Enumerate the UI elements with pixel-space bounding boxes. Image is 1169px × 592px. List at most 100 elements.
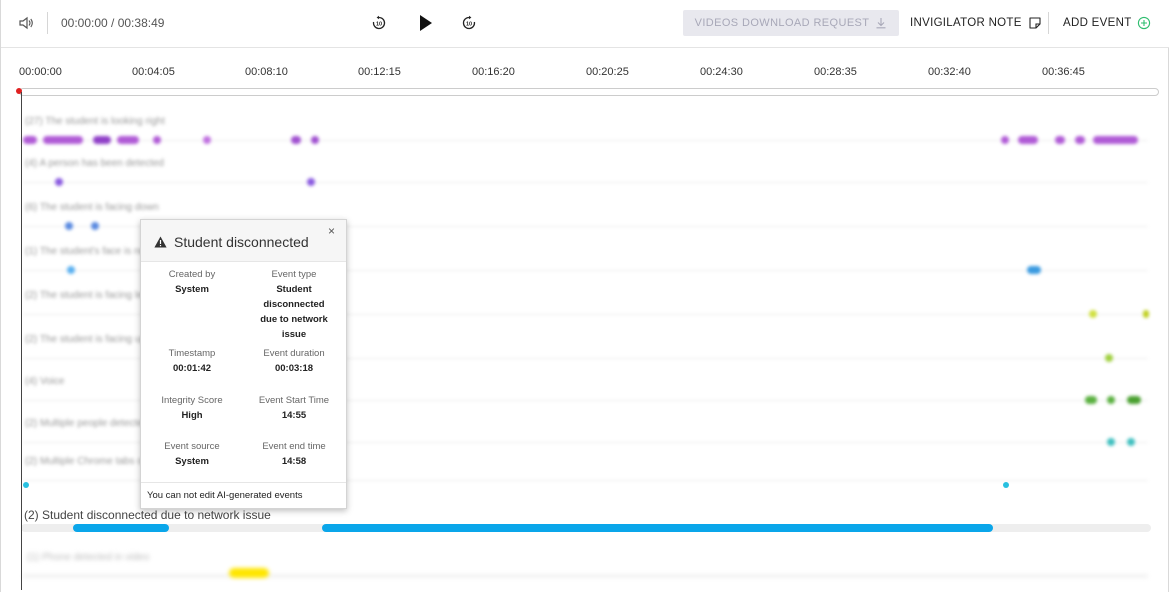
event-mark[interactable] bbox=[1001, 136, 1009, 144]
warning-icon bbox=[154, 236, 167, 248]
event-mark[interactable] bbox=[1107, 438, 1115, 446]
invigilator-note-label: INVIGILATOR NOTE bbox=[910, 17, 1022, 29]
ruler-tick: 00:20:25 bbox=[586, 66, 629, 78]
note-icon bbox=[1029, 17, 1041, 29]
toolbar-divider bbox=[47, 12, 48, 34]
event-duration-field: Event duration 00:03:18 bbox=[243, 347, 345, 376]
event-mark[interactable] bbox=[1018, 136, 1038, 144]
field-label: Integrity Score bbox=[161, 395, 223, 406]
event-mark[interactable] bbox=[55, 178, 63, 186]
player-toolbar: 00:00:00 / 00:38:49 10 10 VIDEOS DOWNLOA… bbox=[1, 0, 1169, 48]
event-mark[interactable] bbox=[65, 222, 73, 230]
field-label: Event duration bbox=[263, 348, 325, 359]
svg-text:10: 10 bbox=[376, 22, 382, 28]
ruler-tick: 00:16:20 bbox=[472, 66, 515, 78]
event-row-label: (2) Student disconnected due to network … bbox=[24, 508, 271, 522]
field-label: Event end time bbox=[262, 441, 326, 452]
event-row-label: (2) Multiple people detected bbox=[25, 418, 149, 429]
field-value: System bbox=[175, 456, 209, 467]
timeline-panel: 00:00:00 / 00:38:49 10 10 VIDEOS DOWNLOA… bbox=[0, 0, 1169, 592]
event-row-label: (4) Voice bbox=[25, 376, 65, 387]
forward-10-icon[interactable]: 10 bbox=[461, 15, 477, 31]
event-end-time-field: Event end time 14:58 bbox=[243, 440, 345, 469]
event-mark[interactable] bbox=[1085, 396, 1097, 404]
add-event-button[interactable]: ADD EVENT bbox=[1063, 10, 1151, 36]
popup-footer-note: You can not edit AI-generated events bbox=[141, 482, 346, 508]
event-source-field: Event source System bbox=[141, 440, 243, 469]
ruler-tick: 00:36:45 bbox=[1042, 66, 1085, 78]
ruler-tick: 00:32:40 bbox=[928, 66, 971, 78]
event-row-label: (6) The student is facing down bbox=[25, 202, 159, 213]
event-mark[interactable] bbox=[1003, 482, 1009, 488]
row-track bbox=[23, 182, 1148, 183]
field-label: Event Start Time bbox=[258, 395, 330, 406]
disconnect-event-bar[interactable] bbox=[322, 524, 993, 532]
event-start-time-field: Event Start Time 14:55 bbox=[243, 394, 345, 423]
event-mark[interactable] bbox=[117, 136, 139, 144]
field-label: Timestamp bbox=[168, 348, 216, 359]
playhead-line[interactable] bbox=[21, 92, 22, 590]
event-mark[interactable] bbox=[93, 136, 111, 144]
event-row-blurred: (1) Phone detected in video bbox=[23, 548, 1148, 578]
rewind-10-icon[interactable]: 10 bbox=[371, 15, 387, 31]
field-label: Event type bbox=[271, 269, 317, 280]
row-track bbox=[23, 574, 1148, 578]
event-mark[interactable] bbox=[311, 136, 319, 144]
event-mark[interactable] bbox=[1027, 266, 1041, 274]
event-mark[interactable] bbox=[203, 136, 211, 144]
field-value: 14:55 bbox=[281, 410, 307, 421]
event-row-label: (2) The student is facing up bbox=[25, 334, 146, 345]
event-mark[interactable] bbox=[291, 136, 301, 144]
event-mark[interactable] bbox=[1093, 136, 1138, 144]
download-icon bbox=[876, 18, 886, 29]
event-mark[interactable] bbox=[67, 266, 75, 274]
event-mark[interactable] bbox=[229, 568, 269, 578]
integrity-score-field: Integrity Score High bbox=[141, 394, 243, 423]
event-mark[interactable] bbox=[23, 136, 37, 144]
created-by-field: Created by System bbox=[141, 268, 243, 297]
event-mark[interactable] bbox=[1105, 354, 1113, 362]
invigilator-note-button[interactable]: INVIGILATOR NOTE bbox=[910, 10, 1042, 36]
event-mark[interactable] bbox=[23, 482, 29, 488]
playback-time: 00:00:00 / 00:38:49 bbox=[61, 16, 165, 30]
field-value: 00:01:42 bbox=[172, 363, 212, 374]
close-icon[interactable]: × bbox=[328, 224, 335, 238]
event-row-label: (1) Phone detected in video bbox=[27, 552, 150, 563]
event-mark[interactable] bbox=[307, 178, 315, 186]
event-mark[interactable] bbox=[1127, 438, 1135, 446]
toolbar-divider bbox=[1048, 12, 1049, 34]
add-event-label: ADD EVENT bbox=[1063, 17, 1132, 29]
event-mark[interactable] bbox=[1143, 310, 1149, 318]
ruler-tick: 00:24:30 bbox=[700, 66, 743, 78]
event-mark[interactable] bbox=[43, 136, 83, 144]
event-mark[interactable] bbox=[91, 222, 99, 230]
field-value: 00:03:18 bbox=[274, 363, 314, 374]
event-mark[interactable] bbox=[1089, 310, 1097, 318]
event-row[interactable]: (27) The student is looking right bbox=[23, 110, 1148, 152]
play-icon[interactable] bbox=[419, 14, 433, 32]
event-mark[interactable] bbox=[1075, 136, 1085, 144]
event-row-label: (4) A person has been detected bbox=[25, 158, 164, 169]
ruler-tick: 00:12:15 bbox=[358, 66, 401, 78]
row-track bbox=[23, 140, 1148, 141]
ruler-tick: 00:00:00 bbox=[19, 66, 62, 78]
event-mark[interactable] bbox=[1127, 396, 1141, 404]
speaker-icon[interactable] bbox=[17, 14, 35, 32]
timestamp-field: Timestamp 00:01:42 bbox=[141, 347, 243, 376]
event-row-label: (27) The student is looking right bbox=[25, 116, 165, 127]
event-row[interactable]: (4) A person has been detected bbox=[23, 152, 1148, 194]
plus-circle-icon bbox=[1137, 16, 1150, 30]
event-mark[interactable] bbox=[153, 136, 161, 144]
event-mark[interactable] bbox=[1055, 136, 1065, 144]
field-value: 14:58 bbox=[281, 456, 307, 467]
disconnect-event-bar[interactable] bbox=[73, 524, 169, 532]
event-mark[interactable] bbox=[1107, 396, 1115, 404]
field-value: High bbox=[181, 410, 203, 421]
scrubber-track[interactable] bbox=[19, 88, 1159, 96]
svg-text:10: 10 bbox=[466, 22, 472, 28]
videos-download-request-button[interactable]: VIDEOS DOWNLOAD REQUEST bbox=[683, 10, 899, 36]
event-details-popup: Student disconnected × Created by System… bbox=[140, 219, 347, 509]
field-value: System bbox=[175, 284, 209, 295]
field-value: Student disconnected due to network issu… bbox=[260, 284, 328, 340]
ruler-tick: 00:04:05 bbox=[132, 66, 175, 78]
